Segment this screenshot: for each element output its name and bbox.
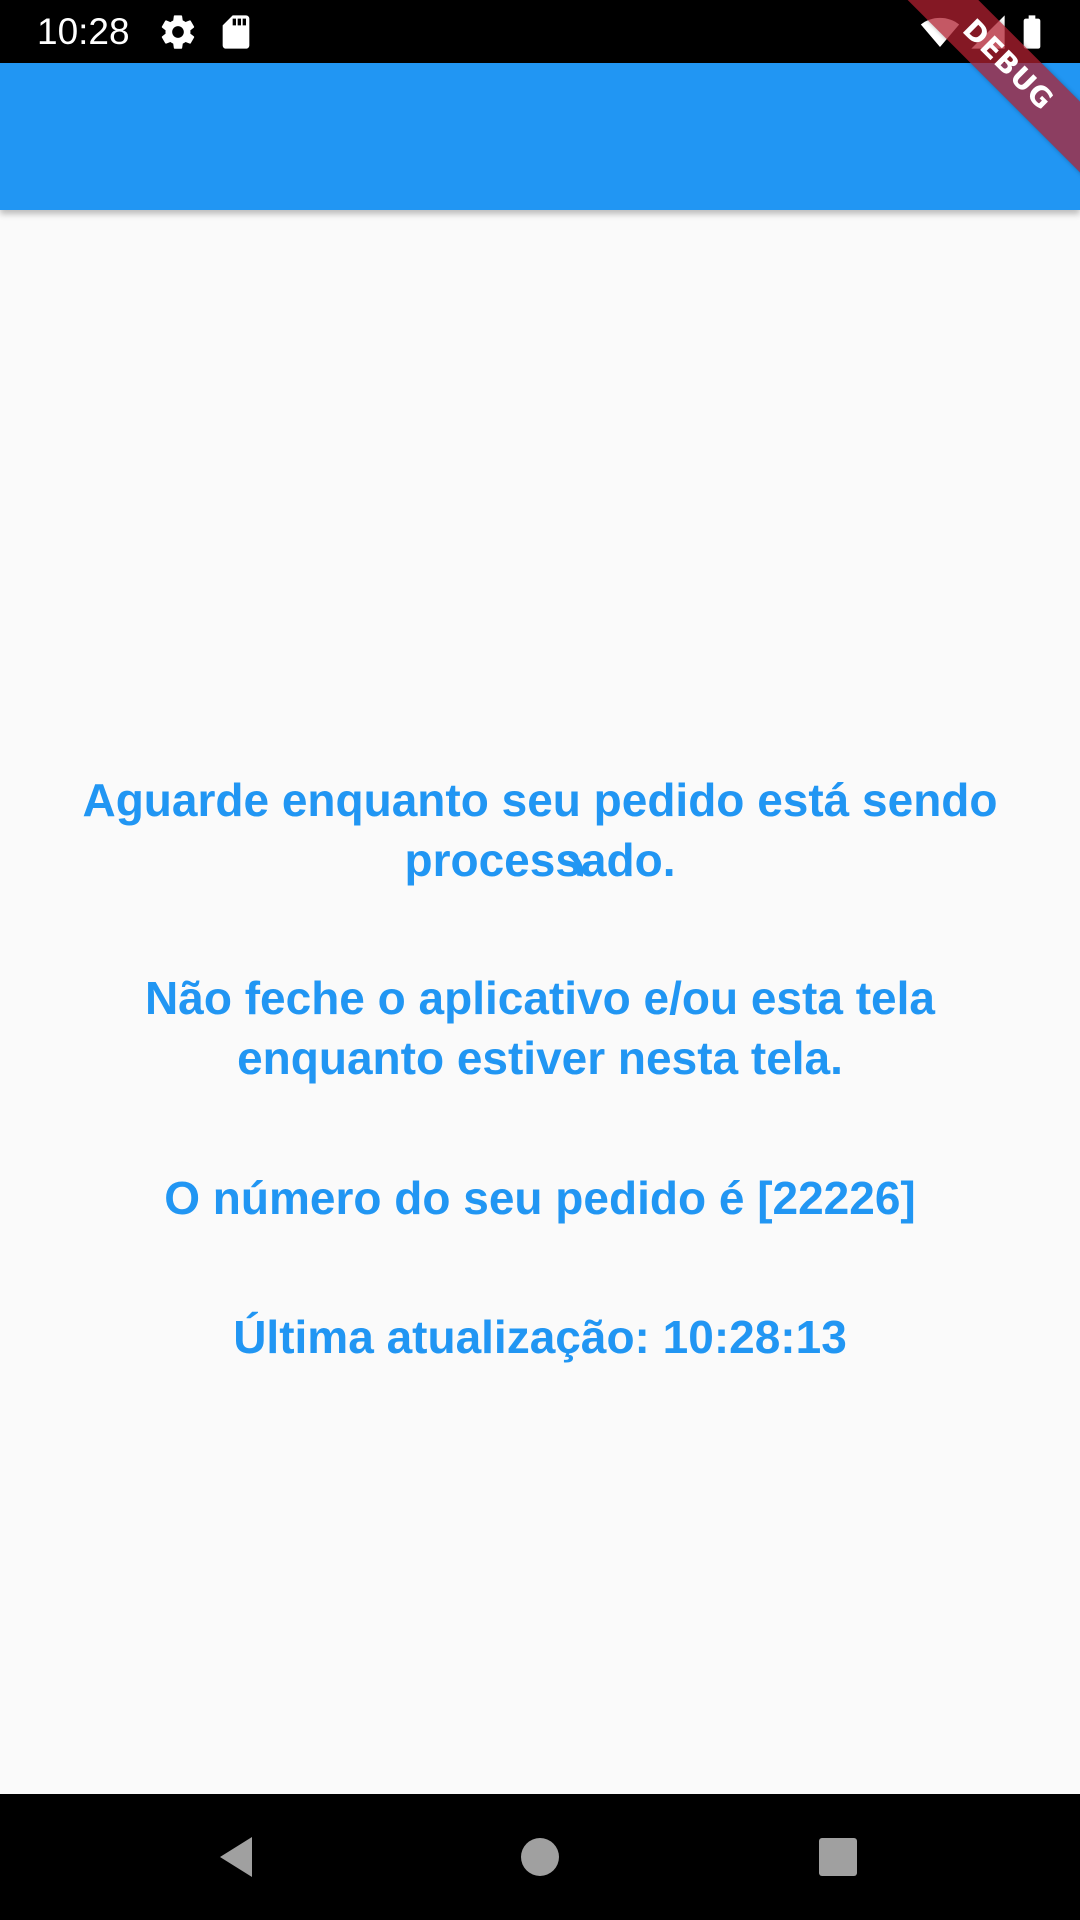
gear-icon	[158, 12, 198, 52]
battery-icon	[1012, 12, 1052, 52]
navigation-bar	[0, 1794, 1080, 1920]
screen: 10:28 DEBUG Aguarde enquanto seu pedido …	[0, 0, 1080, 1920]
processing-message: Aguarde enquanto seu pedido está sendo p…	[82, 774, 998, 886]
content-area: Aguarde enquanto seu pedido está sendo p…	[0, 210, 1080, 1794]
sd-card-icon	[216, 12, 256, 52]
app-bar	[0, 63, 1080, 210]
home-icon[interactable]	[510, 1827, 570, 1887]
back-icon[interactable]	[210, 1827, 270, 1887]
signal-icon	[968, 12, 1008, 52]
recents-icon[interactable]	[808, 1827, 868, 1887]
last-update-text: Última atualização: 10:28:13	[233, 1311, 847, 1363]
warning-message: Não feche o aplicativo e/ou esta tela en…	[145, 972, 935, 1084]
status-bar: 10:28	[0, 0, 1080, 63]
order-number-text: O número do seu pedido é [22226]	[164, 1172, 916, 1224]
status-time: 10:28	[37, 11, 130, 52]
wifi-icon	[920, 12, 960, 52]
